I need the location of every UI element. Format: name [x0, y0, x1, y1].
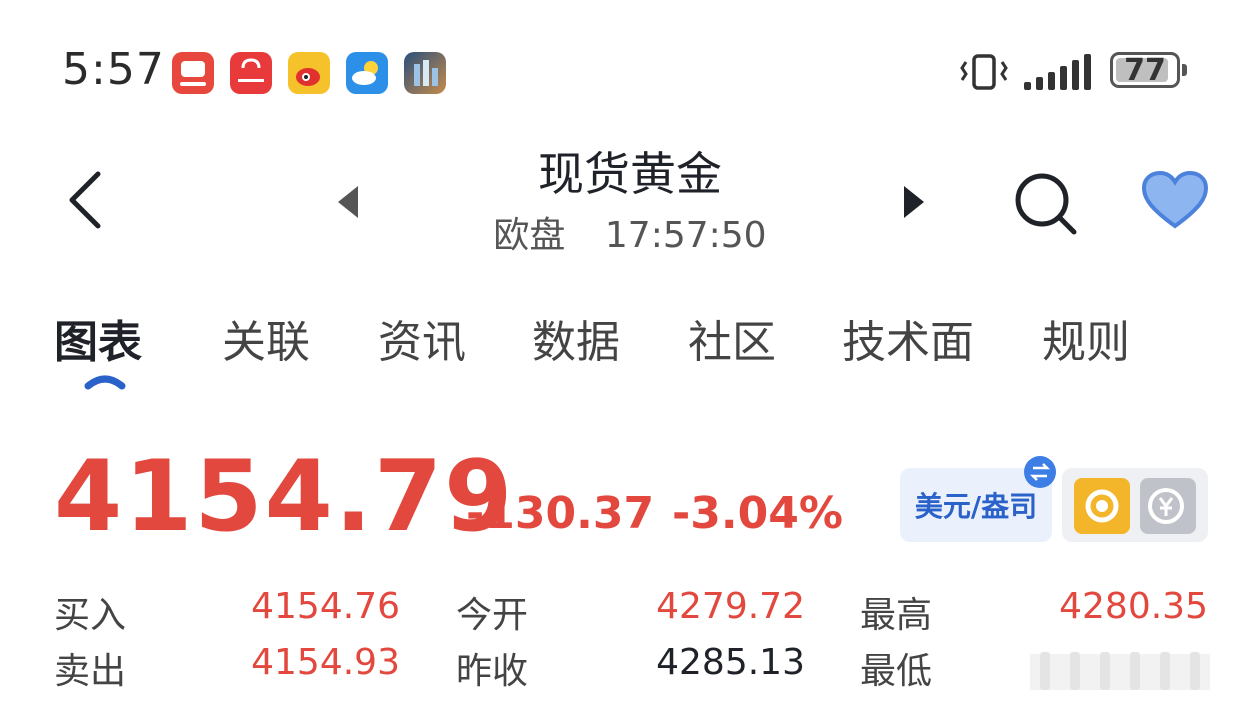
buy-value: 4154.76 [251, 586, 400, 627]
next-instrument-button[interactable] [900, 184, 928, 224]
weibo-icon [288, 52, 330, 94]
low-label: 最低 [860, 651, 933, 692]
tab-technical[interactable]: 技术面 [842, 306, 974, 370]
session-clock: 17:57:50 [604, 215, 767, 256]
refresh-button[interactable] [1074, 478, 1130, 538]
favorite-button[interactable] [1140, 170, 1210, 236]
signal-icon [1022, 52, 1096, 96]
swap-icon [1024, 456, 1056, 488]
sell-value: 4154.93 [251, 642, 400, 683]
open-value: 4279.72 [656, 586, 805, 627]
prev-close-value: 4285.13 [656, 642, 805, 683]
tab-community[interactable]: 社区 [688, 306, 776, 370]
price-change-percent: -3.04% [672, 488, 843, 539]
vipshop-app-icon [172, 52, 214, 94]
status-time: 5:57 [62, 44, 165, 95]
huawei-appgallery-icon [230, 52, 272, 94]
heart-icon [1141, 170, 1209, 229]
tab-chart[interactable]: 图表 [54, 306, 142, 370]
battery-level: 77 [1124, 53, 1166, 88]
high-label: 最高 [860, 595, 933, 636]
yuan-exchange-icon [1140, 478, 1196, 534]
sell-label: 卖出 [54, 651, 127, 692]
buy-label: 买入 [54, 595, 127, 636]
search-icon [1015, 173, 1077, 235]
active-tab-indicator [84, 372, 126, 394]
triangle-right-icon [904, 186, 924, 218]
triangle-left-icon [338, 186, 358, 218]
open-label: 今开 [456, 595, 529, 636]
tab-news[interactable]: 资讯 [378, 306, 466, 370]
tab-data[interactable]: 数据 [532, 306, 620, 370]
prev-close-label: 昨收 [456, 651, 529, 692]
tab-related[interactable]: 关联 [222, 306, 310, 370]
weather-icon [346, 52, 388, 94]
gallery-icon [404, 52, 446, 94]
prev-instrument-button[interactable] [334, 184, 362, 224]
session-label: 欧盘 [493, 215, 566, 256]
currency-unit-label: 美元/盎司 [914, 490, 1038, 523]
search-button[interactable] [1012, 170, 1080, 242]
watermark-overlay [1030, 648, 1210, 694]
currency-convert-button[interactable] [1140, 478, 1196, 538]
battery-indicator: 77 [1110, 52, 1187, 88]
price-change: -130.37 [466, 488, 655, 539]
tab-rules[interactable]: 规则 [1042, 306, 1130, 370]
refresh-icon [1074, 478, 1130, 534]
vibrate-icon [958, 52, 1010, 96]
high-value: 4280.35 [1059, 586, 1208, 627]
last-price: 4154.79 [54, 440, 515, 554]
